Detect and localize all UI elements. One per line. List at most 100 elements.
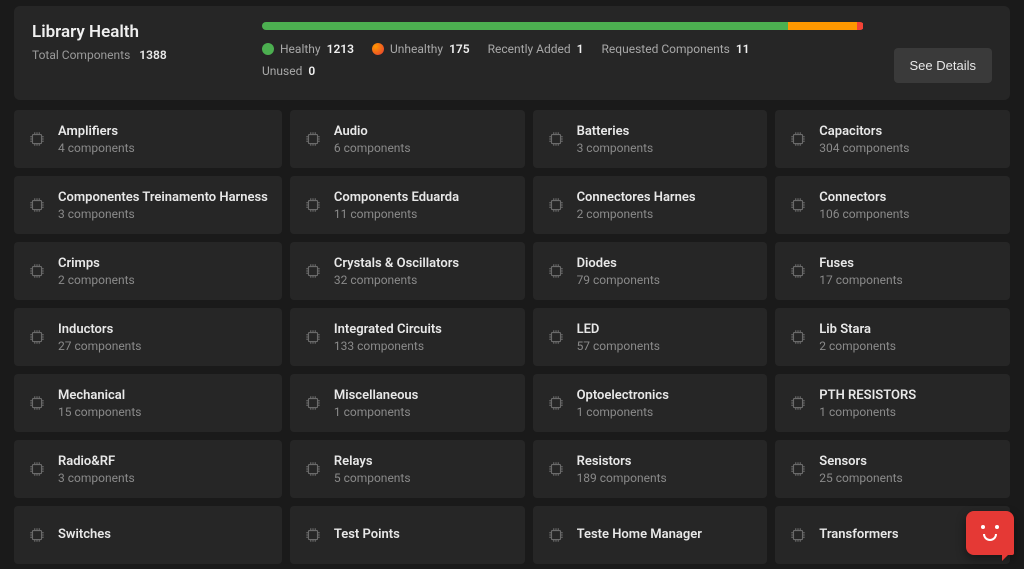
category-card[interactable]: Audio6 components [290,110,525,168]
unhealthy-dot-icon [372,43,384,55]
category-title: Audio [334,124,511,139]
category-card[interactable]: Crystals & Oscillators32 components [290,242,525,300]
chip-icon [28,526,46,544]
chip-icon [28,328,46,346]
category-card[interactable]: Switches [14,506,282,564]
healthy-value: 1213 [327,42,354,56]
health-bar [262,22,864,30]
category-title: Batteries [577,124,754,139]
category-card[interactable]: Capacitors304 components [775,110,1010,168]
category-card[interactable]: Sensors25 components [775,440,1010,498]
category-count: 3 components [577,141,754,155]
category-card[interactable]: Connectores Harnes2 components [533,176,768,234]
category-text: PTH RESISTORS 1 components [819,388,996,419]
healthy-label: Healthy [280,42,321,56]
chip-icon [304,526,322,544]
category-title: Teste Home Manager [577,527,754,542]
healthy-dot-icon [262,43,274,55]
category-card[interactable]: Mechanical15 components [14,374,282,432]
category-card[interactable]: Teste Home Manager [533,506,768,564]
page-title: Library Health [32,22,232,42]
category-card[interactable]: Components Eduarda11 components [290,176,525,234]
chip-icon [304,328,322,346]
chip-icon [547,130,565,148]
legend-unused[interactable]: Unused 0 [262,64,315,78]
chat-widget-button[interactable] [966,511,1014,555]
category-card[interactable]: Diodes79 components [533,242,768,300]
chip-icon [304,262,322,280]
header-center: Healthy 1213 Unhealthy 175 Recently Adde… [262,22,864,86]
category-text: Teste Home Manager [577,527,754,544]
category-card[interactable]: Componentes Treinamento Harness3 compone… [14,176,282,234]
category-card[interactable]: Lib Stara2 components [775,308,1010,366]
see-details-button[interactable]: See Details [894,48,992,83]
category-text: Crystals & Oscillators32 components [334,256,511,287]
recent-value: 1 [577,42,584,56]
category-count: 25 components [819,471,996,485]
category-card[interactable]: Resistors189 components [533,440,768,498]
category-title: Switches [58,527,268,542]
chip-icon [547,196,565,214]
library-health-panel: Library Health Total Components 1388 Hea… [14,6,1010,100]
category-count: 17 components [819,273,996,287]
category-count: 1 components [577,405,754,419]
category-card[interactable]: Radio&RF3 components [14,440,282,498]
category-title: PTH RESISTORS [819,388,996,403]
legend-healthy[interactable]: Healthy 1213 [262,42,354,56]
category-title: Capacitors [819,124,996,139]
unused-value: 0 [308,64,315,78]
category-card[interactable]: PTH RESISTORS 1 components [775,374,1010,432]
legend-requested[interactable]: Requested Components 11 [602,42,750,56]
category-title: Fuses [819,256,996,271]
category-card[interactable]: Crimps2 components [14,242,282,300]
category-text: Amplifiers4 components [58,124,268,155]
category-count: 1 components [819,405,996,419]
category-title: Componentes Treinamento Harness [58,190,268,205]
category-text: Batteries 3 components [577,124,754,155]
category-text: Resistors189 components [577,454,754,485]
category-card[interactable]: Optoelectronics 1 components [533,374,768,432]
chip-icon [304,394,322,412]
category-text: LED57 components [577,322,754,353]
category-card[interactable]: Miscellaneous1 components [290,374,525,432]
legend-row-1: Healthy 1213 Unhealthy 175 Recently Adde… [262,42,864,56]
category-text: Mechanical15 components [58,388,268,419]
category-title: Optoelectronics [577,388,754,403]
chip-icon [789,130,807,148]
category-text: Optoelectronics 1 components [577,388,754,419]
category-card[interactable]: Connectors106 components [775,176,1010,234]
category-card[interactable]: Batteries 3 components [533,110,768,168]
category-text: Radio&RF3 components [58,454,268,485]
category-card[interactable]: Relays5 components [290,440,525,498]
category-card[interactable]: Inductors27 components [14,308,282,366]
category-card[interactable]: Test Points [290,506,525,564]
chip-icon [547,262,565,280]
unused-label: Unused [262,64,302,78]
category-text: Sensors25 components [819,454,996,485]
category-card[interactable]: Integrated Circuits133 components [290,308,525,366]
category-card[interactable]: Amplifiers4 components [14,110,282,168]
category-text: Connectors106 components [819,190,996,221]
chip-icon [304,130,322,148]
category-title: Miscellaneous [334,388,511,403]
category-text: Componentes Treinamento Harness3 compone… [58,190,268,221]
category-count: 2 components [577,207,754,221]
header-left: Library Health Total Components 1388 [32,22,232,62]
category-card[interactable]: LED57 components [533,308,768,366]
category-title: Connectors [819,190,996,205]
chip-icon [789,328,807,346]
health-bar-healthy-seg [262,22,788,30]
total-components-label: Total Components [32,48,130,62]
category-card[interactable]: Fuses 17 components [775,242,1010,300]
legend-unhealthy[interactable]: Unhealthy 175 [372,42,470,56]
legend-recent[interactable]: Recently Added 1 [488,42,584,56]
category-text: Capacitors304 components [819,124,996,155]
chip-icon [28,262,46,280]
chip-icon [547,526,565,544]
category-text: Crimps2 components [58,256,268,287]
category-text: Relays5 components [334,454,511,485]
recent-label: Recently Added [488,42,571,56]
unhealthy-value: 175 [449,42,470,56]
category-title: LED [577,322,754,337]
category-count: 189 components [577,471,754,485]
